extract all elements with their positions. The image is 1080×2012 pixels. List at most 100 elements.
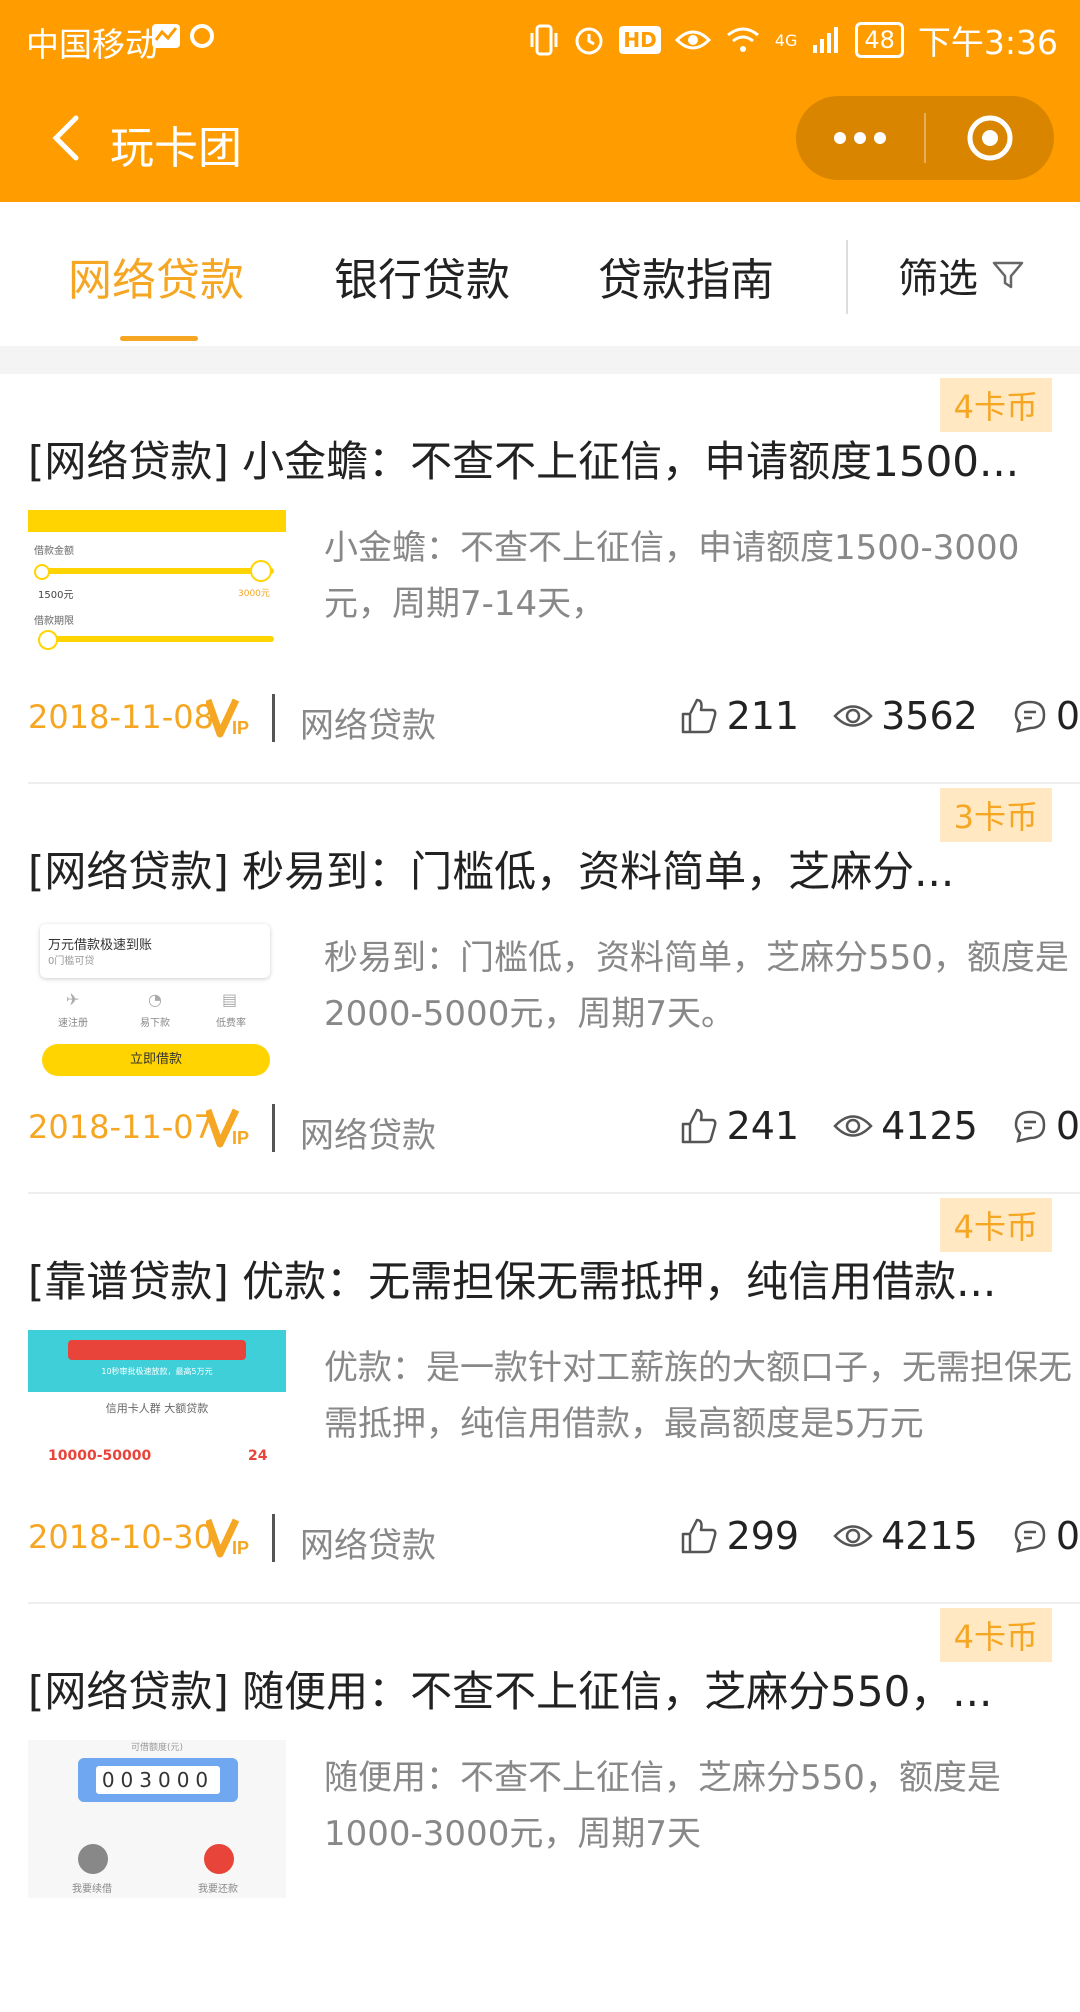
comment-bubble-icon [1014, 700, 1046, 733]
vip-icon: IP [206, 1108, 249, 1148]
network-label: 4G [774, 30, 798, 50]
tab-bank-loan[interactable]: 银行贷款 [334, 244, 510, 308]
category-label: 网络贷款 [300, 706, 436, 746]
thumb-digits: 003000 [95, 1766, 221, 1794]
carrier-label: 中国移动 [26, 25, 158, 64]
card-title[interactable]: [靠谱贷款] 优款：无需担保无需抵押，纯信用借款... [28, 1248, 1058, 1309]
comments[interactable]: 0 [1012, 1514, 1080, 1558]
battery-icon: 48 [855, 22, 904, 58]
eye-icon [833, 1115, 873, 1137]
thumb-max: 3000元 [238, 589, 270, 599]
thumb-caption: 信用卡人群 大额贷款 [105, 1402, 209, 1415]
card-description: 优款：是一款针对工薪族的大额口子，无需担保无需抵押，纯信用借款，最高额度是5万元 [324, 1348, 1072, 1444]
top-bar: 中国移动 HD 4G 48 下午3:36 玩卡团 [0, 0, 1080, 202]
card-meta: 2018-11-08 IP 网络贷款 211 3562 0 [28, 692, 1080, 752]
comments[interactable]: 0 [1012, 694, 1080, 738]
card-title[interactable]: [网络贷款] 随便用：不查不上征信，芝麻分550，... [28, 1658, 1058, 1719]
likes-count: 211 [726, 694, 800, 738]
section-gap [0, 346, 1080, 374]
thumb-feature-1: 速注册 [58, 1018, 88, 1029]
comments[interactable]: 0 [1012, 1104, 1080, 1148]
close-miniprogram-button[interactable] [926, 96, 1054, 180]
back-button[interactable] [40, 108, 100, 168]
tabs-divider [846, 240, 848, 314]
list-item[interactable]: 3卡币 [网络贷款] 秒易到：门槛低，资料简单，芝麻分... 万元借款极速到账 … [28, 784, 1080, 1194]
card-thumbnail: 10秒审批极速放款，最高5万元 信用卡人群 大额贷款 10000-50000 2… [28, 1330, 286, 1488]
target-circle-icon [967, 115, 1013, 161]
renew-icon [78, 1844, 108, 1874]
likes[interactable]: 299 [679, 1514, 799, 1558]
more-button[interactable] [796, 96, 924, 180]
card-description: 随便用：不查不上征信，芝麻分550，额度是1000-3000元，周期7天 [324, 1758, 1001, 1854]
likes[interactable]: 241 [679, 1104, 799, 1148]
post-date: 2018-10-30 [28, 1518, 214, 1556]
thumb-knob-end [250, 560, 272, 582]
card-meta: 2018-11-07 IP 网络贷款 241 4125 0 [28, 1102, 1080, 1162]
register-icon: ✈ [66, 990, 80, 1009]
list-item[interactable]: 4卡币 [靠谱贷款] 优款：无需担保无需抵押，纯信用借款... 10秒审批极速放… [28, 1194, 1080, 1604]
views: 4215 [833, 1514, 978, 1558]
thumb-label: 借款金额 [34, 546, 74, 557]
thumb-label-2: 借款期限 [34, 616, 74, 627]
thumb-knob-2 [38, 630, 58, 650]
thumb-range: 10000-50000 [48, 1448, 152, 1464]
card-thumbnail: 万元借款极速到账 0门槛可贷 ✈ ◔ ▤ 速注册 易下款 低费率 立即借款 [28, 920, 286, 1078]
thumb-b1: 我要续借 [72, 1884, 112, 1895]
card-thumbnail: 借款金额 1500元 3000元 借款期限 [28, 510, 286, 690]
thumb-ribbon [68, 1340, 246, 1360]
coin-badge: 4卡币 [939, 1608, 1052, 1662]
filter-funnel-icon [992, 261, 1024, 289]
list-item[interactable]: 4卡币 [网络贷款] 随便用：不查不上征信，芝麻分550，... 可借额度(元)… [28, 1604, 1080, 2012]
card-title[interactable]: [网络贷款] 秒易到：门槛低，资料简单，芝麻分... [28, 838, 1058, 899]
status-right-group: HD 4G 48 下午3:36 [529, 16, 1058, 64]
back-arrow-icon [52, 115, 79, 161]
comments-count: 0 [1055, 1514, 1080, 1558]
thumbs-up-icon [681, 1518, 717, 1554]
tab-loan-guide[interactable]: 贷款指南 [598, 244, 774, 308]
eye-icon [833, 705, 873, 727]
list-item[interactable]: 4卡币 [网络贷款] 小金蟾：不查不上征信，申请额度1500... 借款金额 1… [28, 374, 1080, 784]
filter-button[interactable]: 筛选 [898, 246, 1026, 304]
coin-badge: 3卡币 [939, 788, 1052, 842]
views-count: 4215 [881, 1514, 978, 1558]
post-date: 2018-11-07 [28, 1108, 214, 1146]
card-meta: 2018-10-30 IP 网络贷款 299 4215 0 [28, 1512, 1080, 1572]
meta-divider [272, 1514, 275, 1562]
article-list: 4卡币 [网络贷款] 小金蟾：不查不上征信，申请额度1500... 借款金额 1… [0, 374, 1080, 2012]
thumb-feature-2: 易下款 [140, 1018, 170, 1029]
views: 4125 [833, 1104, 978, 1148]
wifi-icon [726, 27, 759, 52]
vip-icon: IP [206, 698, 249, 738]
thumb-counter: 003000 [78, 1758, 238, 1802]
thumb-slider-2 [38, 636, 274, 642]
repay-icon [204, 1844, 234, 1874]
rate-icon: ▤ [222, 990, 238, 1009]
category-label: 网络贷款 [300, 1116, 436, 1156]
eye-icon [833, 1525, 873, 1547]
thumbs-up-icon [681, 1108, 717, 1144]
eye-icon [674, 30, 711, 50]
meta-divider [272, 1104, 275, 1152]
thumb-feature-3: 低费率 [216, 1018, 246, 1029]
status-notification-icons [150, 18, 220, 62]
status-bar: 中国移动 HD 4G 48 下午3:36 [0, 0, 1080, 76]
thumbs-up-icon [681, 698, 717, 734]
more-dots-icon [834, 132, 886, 144]
signal-icon [813, 27, 839, 53]
comment-bubble-icon [1014, 1520, 1046, 1553]
coin-badge: 4卡币 [939, 378, 1052, 432]
svg-text:IP: IP [232, 718, 249, 738]
category-label: 网络贷款 [300, 1526, 436, 1566]
status-time: 下午3:36 [917, 23, 1058, 62]
thumb-amount: 1500元 [38, 590, 74, 601]
thumb-slider [38, 568, 274, 574]
thumb-num: 24 [248, 1448, 268, 1464]
svg-text:IP: IP [232, 1128, 249, 1148]
alarm-icon [575, 27, 603, 55]
loan-icon: ◔ [148, 990, 162, 1009]
tab-online-loan[interactable]: 网络贷款 [68, 244, 244, 308]
meta-divider [272, 694, 275, 742]
card-title[interactable]: [网络贷款] 小金蟾：不查不上征信，申请额度1500... [28, 428, 1058, 489]
comment-bubble-icon [1014, 1110, 1046, 1143]
likes[interactable]: 211 [679, 694, 800, 738]
